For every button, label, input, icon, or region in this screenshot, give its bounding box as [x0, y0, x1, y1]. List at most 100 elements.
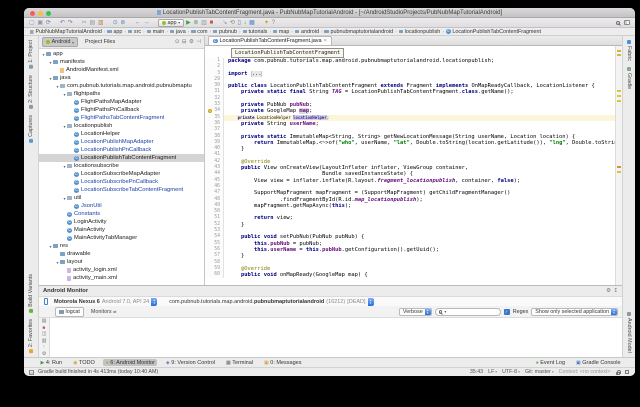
- breadcrumb-item-app[interactable]: app: [107, 29, 122, 35]
- undo-icon[interactable]: ↶: [60, 20, 65, 26]
- device-selector[interactable]: Motorola Nexus 6 Android 7.0, API 24: [51, 298, 157, 306]
- breadcrumb-item-pubnub[interactable]: pubnub: [213, 29, 237, 35]
- tool-stripe-android-model[interactable]: Android Model: [626, 312, 632, 353]
- tree-item-res[interactable]: ▾res: [39, 242, 204, 250]
- warning-stripe-mark[interactable]: [617, 100, 621, 102]
- close-button[interactable]: [30, 11, 35, 16]
- editor-tab[interactable]: C LocationPublishTabContentFragment.java…: [208, 36, 332, 45]
- toolwindow-button-4-run[interactable]: ▶4: Run: [38, 359, 65, 366]
- logcat-search-input[interactable]: [448, 309, 496, 315]
- cut-icon[interactable]: ✂: [82, 20, 87, 26]
- breadcrumb-item-java[interactable]: java: [170, 29, 186, 35]
- sync-icon[interactable]: ⟳: [46, 20, 51, 26]
- logcat-output[interactable]: [50, 318, 622, 357]
- breadcrumb-item-locationpublish[interactable]: locationpublish: [399, 29, 441, 35]
- log-filter-select[interactable]: Show only selected application: [531, 308, 618, 316]
- tool-stripe-2-structure[interactable]: 2: Structure: [28, 75, 34, 109]
- toolwindow-button-todo[interactable]: ◉TODO: [71, 359, 98, 366]
- tree-item-java[interactable]: ▾java: [39, 74, 204, 82]
- screen-record-icon[interactable]: ■: [43, 326, 46, 331]
- warning-stripe-mark[interactable]: [617, 50, 621, 52]
- tree-item-util[interactable]: ▾util: [39, 194, 204, 202]
- caret-position[interactable]: 35:43: [470, 369, 483, 375]
- tree-item-app[interactable]: ▾app: [39, 50, 204, 58]
- settings-icon[interactable]: ⚙: [189, 39, 194, 45]
- tree-item-flightpathsmapadapter[interactable]: CFlightPathsMapAdapter: [39, 98, 204, 106]
- run-icon[interactable]: ▶: [186, 20, 191, 26]
- tree-item-locationsubscribe[interactable]: ▾locationsubscribe: [39, 162, 204, 170]
- warning-stripe-mark[interactable]: [617, 90, 621, 92]
- toolwindow-button-9-version-control[interactable]: ◈9: Version Control: [163, 359, 217, 366]
- run-config-selector[interactable]: app▾: [158, 19, 183, 27]
- tree-item-locationsubscribemapadapter[interactable]: CLocationSubscribeMapAdapter: [39, 170, 204, 178]
- log-level-select[interactable]: Verbose: [399, 308, 432, 316]
- help-icon[interactable]: ?: [272, 20, 275, 26]
- tip-of-day-icon[interactable]: ✦: [264, 20, 269, 26]
- tree-item-activity-login-xml[interactable]: activity_login.xml: [39, 266, 204, 274]
- tree-item-flightpaths[interactable]: ▾flightpaths: [39, 90, 204, 98]
- paste-icon[interactable]: ▥: [98, 20, 104, 26]
- open-icon[interactable]: ▢: [29, 20, 35, 26]
- close-tab-icon[interactable]: ×: [324, 38, 327, 44]
- breadcrumb-item-main[interactable]: main: [147, 29, 165, 35]
- clear-logcat-icon[interactable]: ◫: [42, 332, 47, 337]
- tree-item-constants[interactable]: CConstants: [39, 210, 204, 218]
- tree-item-androidmanifest-xml[interactable]: AndroidManifest.xml: [39, 66, 204, 74]
- breadcrumb-item-pubnubmaptutorialandroid[interactable]: pubnubmaptutorialandroid: [324, 29, 393, 35]
- save-icon[interactable]: ▣: [37, 20, 43, 26]
- error-stripe[interactable]: [615, 46, 622, 285]
- process-selector[interactable]: com.pubnub.tutorials.map.android.pubnubm…: [166, 298, 373, 306]
- search-everywhere-icon[interactable]: [616, 21, 620, 25]
- file-encoding[interactable]: UTF-8: [502, 369, 520, 375]
- tab-monitors[interactable]: Monitors ⇄: [87, 307, 121, 317]
- toolwindow-toggle-icon[interactable]: [29, 370, 34, 375]
- regex-checkbox[interactable]: [504, 309, 510, 315]
- minimize-button[interactable]: [38, 11, 43, 16]
- tree-item-mainactivitytabmanager[interactable]: CMainActivityTabManager: [39, 234, 204, 242]
- tree-item-activity-main-xml[interactable]: activity_main.xml: [39, 274, 204, 282]
- screen-capture-icon[interactable]: ▤: [42, 319, 47, 324]
- monitor-settings-icon[interactable]: ⚙: [606, 288, 611, 294]
- tree-item-flightpathstabcontentfragment[interactable]: CFlightPathsTabContentFragment: [39, 114, 204, 122]
- tree-item-com-pubnub-tutorials-map-android-pubnubmaptu[interactable]: ▾com.pubnub.tutorials.map.android.pubnub…: [39, 82, 204, 90]
- tool-stripe-captures[interactable]: Captures: [28, 115, 34, 143]
- gradle-sync-icon[interactable]: ⟲: [230, 20, 235, 26]
- redo-icon[interactable]: ↷: [68, 20, 73, 26]
- replace-icon[interactable]: ⊛: [120, 20, 125, 26]
- vcs-branch[interactable]: Git: master: [525, 369, 554, 375]
- breadcrumb-item-android[interactable]: android: [295, 29, 319, 35]
- logcat-settings-icon[interactable]: ⚙: [42, 352, 46, 357]
- tree-item-locationpublish[interactable]: ▾locationpublish: [39, 122, 204, 130]
- sdk-manager-icon[interactable]: ↓: [243, 20, 246, 26]
- debug-icon[interactable]: ⊚: [193, 20, 198, 26]
- tree-item-locationsubscribetabcontentfragment[interactable]: CLocationSubscribeTabContentFragment: [39, 186, 204, 194]
- warning-stripe-mark[interactable]: [617, 166, 621, 168]
- panel-layout-icon[interactable]: [624, 20, 630, 25]
- scroll-to-top-icon[interactable]: ↑: [43, 345, 45, 350]
- tree-item-mainactivity[interactable]: CMainActivity: [39, 226, 204, 234]
- tree-item-loginactivity[interactable]: CLoginActivity: [39, 218, 204, 226]
- breadcrumb-item-com[interactable]: com: [191, 29, 207, 35]
- tool-stripe-build-variants[interactable]: Build Variants: [28, 274, 34, 313]
- toolwindow-button-gradle-console[interactable]: ▣Gradle Console: [574, 359, 623, 366]
- warning-stripe-mark[interactable]: [617, 171, 621, 173]
- tree-item-locationpublishpncallback[interactable]: CLocationPublishPnCallback: [39, 146, 204, 154]
- tab-logcat[interactable]: logcat: [55, 307, 84, 317]
- highlighting-level-icon[interactable]: [625, 370, 630, 375]
- stop-icon[interactable]: ■: [209, 20, 213, 26]
- tree-item-locationhelper[interactable]: CLocationHelper: [39, 130, 204, 138]
- tree-item-locationpublishtabcontentfragment[interactable]: CLocationPublishTabContentFragment: [39, 154, 204, 162]
- readonly-lock-icon[interactable]: [616, 372, 620, 375]
- breadcrumb-item-locationpublishtabcontentfragment[interactable]: CLocationPublishTabContentFragment: [446, 29, 541, 35]
- breadcrumb-item-src[interactable]: src: [128, 29, 141, 35]
- title-bar[interactable]: LocationPublishTabContentFragment.java -…: [24, 8, 635, 18]
- tree-item-drawable[interactable]: drawable: [39, 250, 204, 258]
- attach-debugger-icon[interactable]: ↘: [222, 20, 227, 26]
- tree-item-flightpathspncallback[interactable]: CFlightPathsPnCallback: [39, 106, 204, 114]
- breadcrumb-item-tutorials[interactable]: tutorials: [243, 29, 268, 35]
- tool-stripe-gradle[interactable]: Gradle: [626, 67, 632, 89]
- tool-stripe-fabric[interactable]: Fabric: [626, 40, 632, 61]
- code-area[interactable]: 1package com.pubnub.tutorials.map.androi…: [205, 46, 615, 285]
- toolwindow-button-terminal[interactable]: ▦Terminal: [224, 359, 256, 366]
- locate-icon[interactable]: ⊙: [175, 39, 180, 45]
